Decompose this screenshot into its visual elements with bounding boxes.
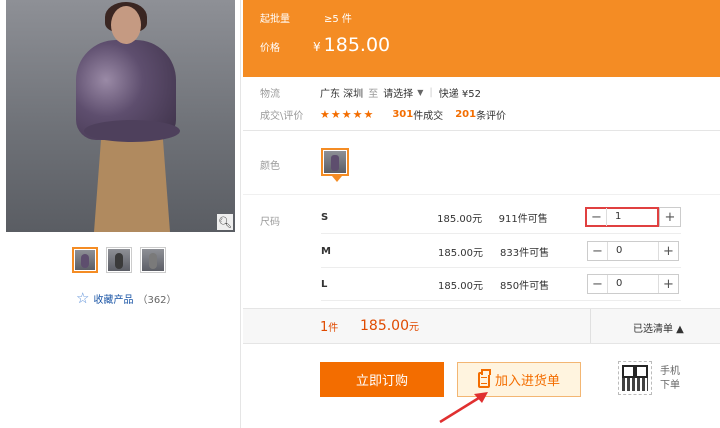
color-label: 颜色 xyxy=(260,161,280,172)
thumbnail-strip xyxy=(72,247,166,273)
size-label: 尺码 xyxy=(260,217,280,228)
selected-indicator-icon xyxy=(332,176,342,182)
size-name: L xyxy=(321,278,328,290)
min-order-value: ≥5 件 xyxy=(324,14,352,25)
reviews-count[interactable]: 201 xyxy=(455,109,476,120)
ship-origin: 广东 深圳 xyxy=(320,89,364,100)
quantity-stepper: − 0 + xyxy=(587,274,679,294)
quantity-input[interactable]: 1 xyxy=(607,208,657,226)
product-gallery: 🔍︎ ☆ 收藏产品 （362） xyxy=(0,0,241,428)
shipping-fee: 快递 ¥52 xyxy=(438,89,481,100)
deals-label: 件成交 xyxy=(413,111,444,122)
clipboard-icon xyxy=(477,368,491,388)
size-name: S xyxy=(321,211,329,223)
star-outline-icon: ☆ xyxy=(76,289,90,307)
ship-to-label: 至 xyxy=(368,89,379,100)
logistics-section: 物流 广东 深圳 至 请选择 ▼ | 快递 ¥52 成交\评价 ★★★★★ 30… xyxy=(243,77,720,131)
price-band: 起批量 ≥5 件 价格 ¥185.00 xyxy=(243,0,720,77)
color-section: 颜色 xyxy=(243,131,720,195)
annotation-arrow-icon xyxy=(439,392,488,424)
quantity-input[interactable]: 0 xyxy=(608,242,658,260)
size-price: 185.00元 xyxy=(438,280,483,292)
total-quantity: 1件 xyxy=(320,320,339,335)
size-stock: 833件可售 xyxy=(500,247,550,259)
quantity-input[interactable]: 0 xyxy=(608,275,658,293)
add-to-cart-label: 加入进货单 xyxy=(494,374,560,389)
chevron-down-icon[interactable]: ▼ xyxy=(417,88,423,97)
thumbnail-1[interactable] xyxy=(72,247,98,273)
mobile-order-label[interactable]: 手机 下单 xyxy=(660,365,680,393)
size-price: 185.00元 xyxy=(437,213,483,225)
reviews-label: 成交\评价 xyxy=(260,111,304,122)
thumbnail-3[interactable] xyxy=(140,247,166,273)
minus-button[interactable]: − xyxy=(587,208,607,226)
quantity-stepper: − 1 xyxy=(585,207,659,227)
size-name: M xyxy=(321,245,331,257)
selected-list-toggle[interactable]: 已选清单 ▲ xyxy=(633,320,684,335)
minus-button[interactable]: − xyxy=(588,275,608,293)
reviews-count-label: 条评价 xyxy=(476,111,507,122)
size-row-m: M 185.00元 833件可售 − 0 + xyxy=(321,235,681,268)
order-summary-bar: 1件 185.00元 已选清单 ▲ xyxy=(243,308,720,344)
buy-now-button[interactable]: 立即订购 xyxy=(320,362,444,397)
divider xyxy=(590,309,591,343)
deals-count[interactable]: 301 xyxy=(392,109,413,120)
plus-button[interactable]: + xyxy=(658,242,678,260)
rating-stars: ★★★★★ xyxy=(320,108,375,121)
favorite-product-link[interactable]: ☆ 收藏产品 （362） xyxy=(76,289,177,307)
size-stock: 911件可售 xyxy=(498,213,548,225)
price-label: 价格 xyxy=(260,43,280,54)
plus-button[interactable]: + xyxy=(658,275,678,293)
favorite-label[interactable]: 收藏产品 xyxy=(93,291,133,306)
size-row-l: L 185.00元 850件可售 − 0 + xyxy=(321,268,681,301)
ship-destination-select[interactable]: 请选择 xyxy=(383,85,413,100)
size-row-s: S 185.00元 911件可售 − 1 + xyxy=(321,201,681,234)
min-order-label: 起批量 xyxy=(260,14,290,25)
minus-button[interactable]: − xyxy=(588,242,608,260)
logistics-label: 物流 xyxy=(260,89,280,100)
size-section: 尺码 S 185.00元 911件可售 − 1 + M 185.00元 833件… xyxy=(243,200,720,307)
unit-price: ¥185.00 xyxy=(313,34,391,56)
increment-box: + xyxy=(659,207,681,227)
main-product-image[interactable]: 🔍︎ xyxy=(6,0,235,232)
plus-button[interactable]: + xyxy=(660,208,680,226)
qr-code[interactable] xyxy=(618,361,652,395)
thumbnail-2[interactable] xyxy=(106,247,132,273)
total-price: 185.00元 xyxy=(360,318,419,334)
size-stock: 850件可售 xyxy=(500,280,550,292)
favorite-count: （362） xyxy=(137,295,177,306)
divider: | xyxy=(429,87,433,98)
size-price: 185.00元 xyxy=(438,247,483,259)
zoom-icon[interactable]: 🔍︎ xyxy=(217,214,233,230)
quantity-stepper: − 0 + xyxy=(587,241,679,261)
color-swatch-selected[interactable] xyxy=(321,148,349,182)
